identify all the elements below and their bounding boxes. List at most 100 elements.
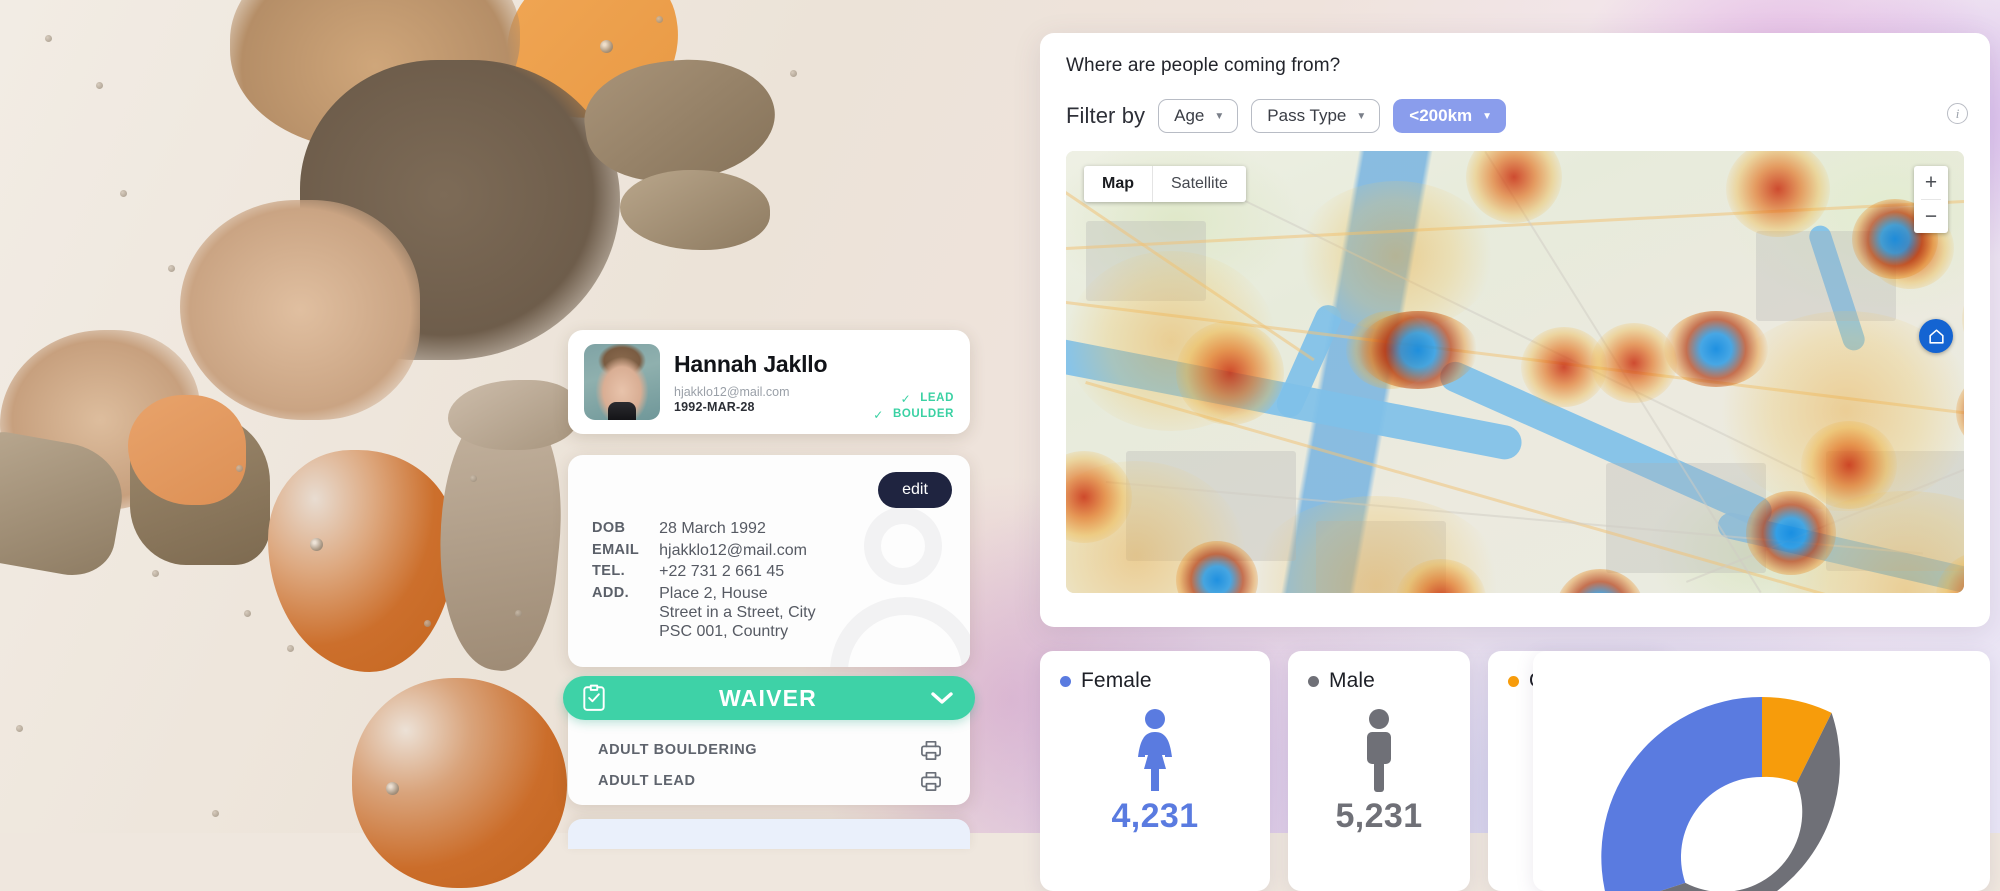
filter-chip-age-label: Age — [1174, 107, 1204, 124]
stat-header: Male — [1308, 669, 1450, 693]
analytics-panel: Where are people coming from? i Filter b… — [1040, 33, 1990, 627]
detail-key-email: EMAIL — [592, 542, 657, 562]
filter-by-label: Filter by — [1066, 103, 1145, 129]
wall-screw — [287, 645, 294, 652]
heat-blob — [1726, 151, 1830, 237]
zoom-out-button[interactable]: − — [1914, 200, 1948, 233]
wall-screw — [424, 620, 431, 627]
waiver-item-adult-lead[interactable]: ADULT LEAD — [568, 771, 970, 791]
zoom-in-button[interactable]: + — [1914, 166, 1948, 199]
gender-donut-chart — [1582, 677, 1942, 891]
print-icon[interactable] — [920, 740, 942, 760]
detail-value-tel: +22 731 2 661 45 — [659, 563, 816, 583]
wall-screw — [236, 465, 243, 472]
table-row: TEL. +22 731 2 661 45 — [592, 563, 816, 583]
wall-screw — [45, 35, 52, 42]
waiver-header-toggle[interactable]: WAIVER — [563, 676, 975, 720]
waiver-card: WAIVER ADULT BOULDERING ADULT LEAD — [568, 690, 970, 805]
stat-header: Female — [1060, 669, 1250, 693]
legend-dot-female — [1060, 676, 1071, 687]
avatar — [584, 344, 660, 420]
certification-badges: ✓ LEAD ✓ BOULDER — [873, 391, 954, 423]
male-figure-icon — [1308, 707, 1450, 793]
wall-screw — [152, 570, 159, 577]
table-row: DOB 28 March 1992 — [592, 520, 816, 540]
next-section-card-peek[interactable] — [568, 819, 970, 849]
wall-screw — [120, 190, 127, 197]
filter-chip-age[interactable]: Age ▼ — [1158, 99, 1238, 133]
stat-value: 5,231 — [1308, 797, 1450, 836]
waiver-title: WAIVER — [719, 685, 817, 712]
chevron-down-icon: ▼ — [1482, 112, 1492, 122]
hold-bolt — [600, 40, 613, 53]
badge-label-boulder: BOULDER — [893, 407, 954, 423]
wall-screw — [212, 810, 219, 817]
heat-blob — [1591, 323, 1677, 403]
donut-slice-female — [1601, 697, 1762, 891]
page-title: Where are people coming from? — [1066, 55, 1964, 77]
chevron-down-icon: ▼ — [1356, 112, 1366, 122]
hold-bolt — [310, 538, 323, 551]
status-badge: ✓ LEAD — [873, 391, 954, 407]
wall-screw — [244, 610, 251, 617]
table-row: ADD. Place 2, House Street in a Street, … — [592, 585, 816, 642]
gender-donut-chart-card — [1533, 651, 1990, 891]
wall-screw — [16, 725, 23, 732]
detail-key-dob: DOB — [592, 520, 657, 540]
status-badge: ✓ BOULDER — [873, 407, 954, 423]
climbing-hold — [620, 170, 770, 250]
filter-chip-pass-type-label: Pass Type — [1267, 107, 1346, 124]
wall-screw — [515, 610, 522, 617]
filter-chip-distance[interactable]: <200km ▼ — [1393, 99, 1506, 133]
heat-blob — [1801, 421, 1897, 509]
heat-blob-peak — [1358, 311, 1478, 389]
detail-value-add: Place 2, House Street in a Street, City … — [659, 585, 816, 642]
detail-value-dob: 28 March 1992 — [659, 520, 816, 540]
heat-blob-peak — [1664, 311, 1768, 387]
wall-screw — [656, 16, 663, 23]
map-zoom-controls[interactable]: + − — [1914, 166, 1948, 233]
decorative-circle — [864, 507, 942, 585]
table-row: EMAIL hjakklo12@mail.com — [592, 542, 816, 562]
wall-screw — [470, 475, 477, 482]
heat-blob — [1466, 151, 1562, 223]
edit-button[interactable]: edit — [878, 472, 952, 508]
stat-card-female[interactable]: Female 4,231 — [1040, 651, 1270, 891]
male-icon — [1357, 707, 1401, 793]
stat-label: Male — [1329, 669, 1375, 693]
detail-key-tel: TEL. — [592, 563, 657, 583]
page-title: Hannah Jakllo — [674, 351, 954, 378]
chevron-down-icon[interactable] — [929, 690, 955, 706]
detail-key-add: ADD. — [592, 585, 657, 642]
stat-value: 4,231 — [1060, 797, 1250, 836]
badge-label-lead: LEAD — [920, 391, 954, 407]
member-profile-card[interactable]: Hannah Jakllo hjakklo12@mail.com 1992-MA… — [568, 330, 970, 434]
map-type-map[interactable]: Map — [1084, 166, 1153, 202]
map-type-toggle[interactable]: Map Satellite — [1084, 166, 1246, 202]
female-figure-icon — [1060, 707, 1250, 793]
map-type-satellite[interactable]: Satellite — [1153, 166, 1246, 202]
filter-bar: Filter by Age ▼ Pass Type ▼ <200km ▼ — [1066, 99, 1964, 133]
waiver-item-adult-bouldering[interactable]: ADULT BOULDERING — [568, 740, 970, 760]
heatmap-map[interactable]: Map Satellite + − — [1066, 151, 1964, 593]
chevron-down-icon: ▼ — [1214, 112, 1224, 122]
check-icon: ✓ — [901, 391, 912, 407]
heat-blob — [1962, 271, 1964, 367]
map-urban-block — [1606, 463, 1766, 573]
filter-chip-distance-label: <200km — [1409, 107, 1472, 124]
detail-value-email: hjakklo12@mail.com — [659, 542, 816, 562]
legend-dot-male — [1308, 676, 1319, 687]
filter-chip-pass-type[interactable]: Pass Type ▼ — [1251, 99, 1380, 133]
climbing-hold — [268, 450, 456, 672]
home-marker-icon[interactable] — [1919, 319, 1953, 353]
info-icon[interactable]: i — [1947, 103, 1968, 124]
stat-card-male[interactable]: Male 5,231 — [1288, 651, 1470, 891]
home-icon — [1927, 327, 1946, 346]
check-icon: ✓ — [873, 407, 884, 423]
stat-label: Female — [1081, 669, 1152, 693]
legend-dot-other — [1508, 676, 1519, 687]
hold-bolt — [386, 782, 399, 795]
wall-screw — [96, 82, 103, 89]
member-details-card: edit DOB 28 March 1992 EMAIL hjakklo12@m… — [568, 455, 970, 667]
print-icon[interactable] — [920, 771, 942, 791]
